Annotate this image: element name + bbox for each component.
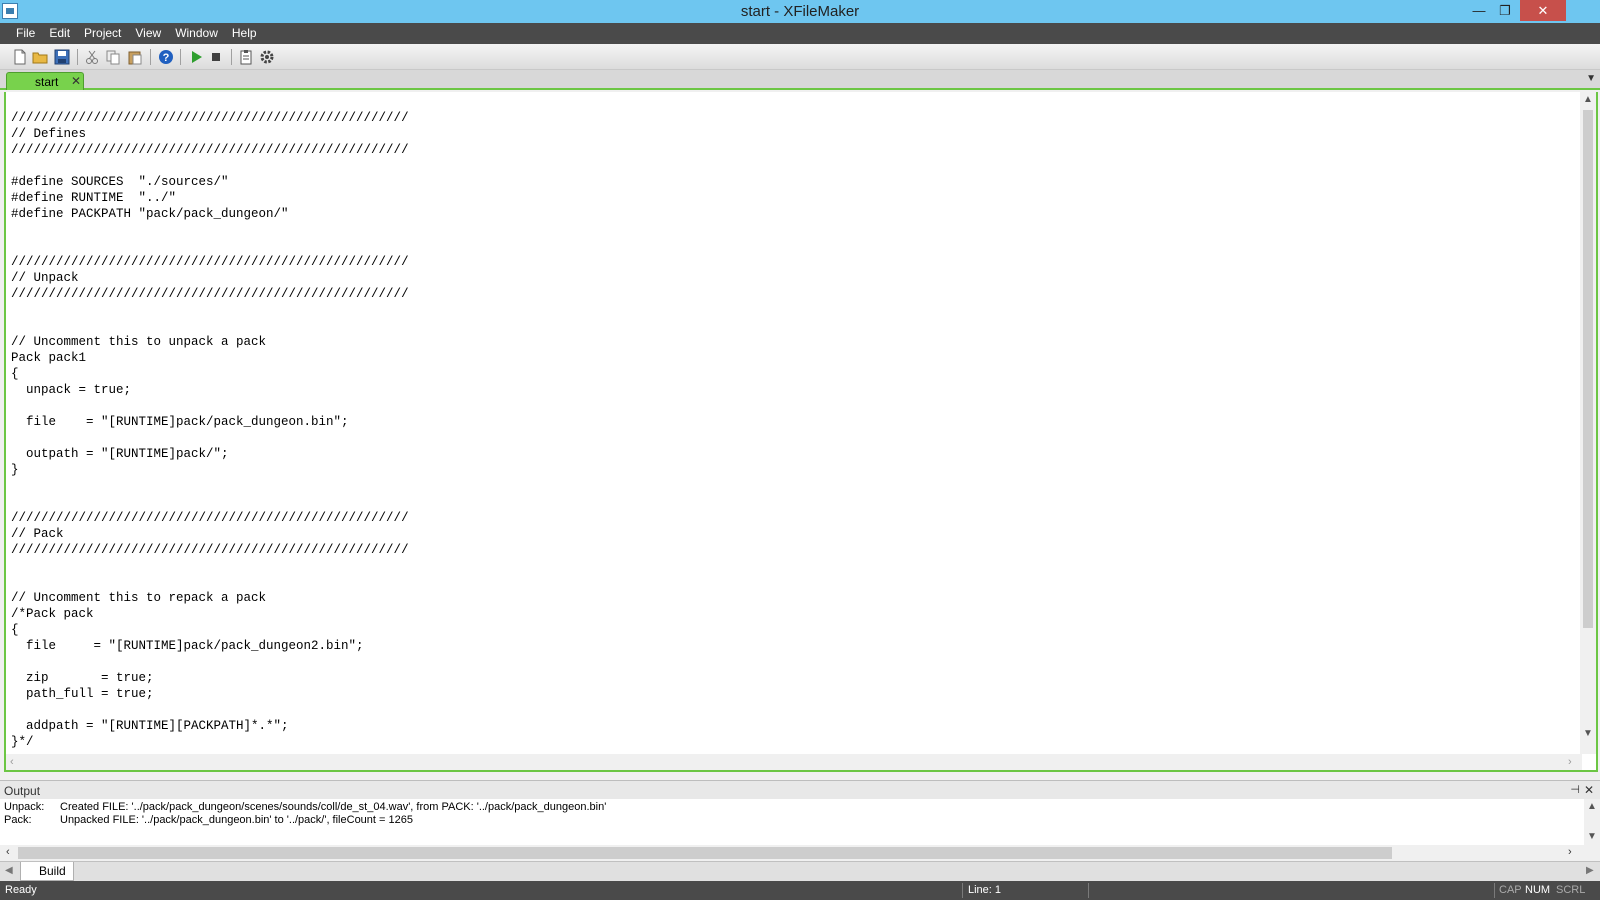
document-tab-strip: start ✕ ▼: [0, 70, 1600, 90]
status-separator: [1088, 883, 1089, 898]
log-text: Unpacked FILE: '../pack/pack_dungeon.bin…: [60, 814, 413, 826]
toolbar-separator: [77, 49, 78, 65]
toolbar: ?: [0, 44, 1600, 70]
scroll-left-icon[interactable]: ‹: [10, 756, 14, 768]
menu-help[interactable]: Help: [225, 23, 264, 44]
menu-file[interactable]: File: [9, 23, 42, 44]
tab-list-dropdown-icon[interactable]: ▼: [1586, 73, 1596, 84]
log-source: Unpack:: [4, 801, 45, 813]
copy-icon[interactable]: [105, 49, 121, 65]
settings-gear-icon[interactable]: [259, 49, 275, 65]
code-editor[interactable]: ////////////////////////////////////////…: [4, 92, 1598, 772]
output-panel-header: Output ⊣ ✕: [0, 780, 1600, 799]
scroll-up-icon[interactable]: ▲: [1583, 94, 1593, 105]
editor-vertical-scrollbar[interactable]: ▲ ▼: [1580, 92, 1596, 754]
tab-build-label: Build: [39, 864, 66, 878]
output-close-icon[interactable]: ✕: [1584, 783, 1594, 797]
editor-scroll-thumb[interactable]: [1583, 110, 1593, 628]
status-text: Ready: [5, 884, 37, 896]
minimize-button[interactable]: —: [1466, 0, 1492, 21]
run-icon[interactable]: [188, 49, 204, 65]
new-file-icon[interactable]: [12, 49, 28, 65]
output-horizontal-scrollbar[interactable]: ‹ ›: [0, 845, 1584, 861]
log-line: Unpack: Created FILE: '../pack/pack_dunge…: [4, 801, 606, 813]
paste-icon[interactable]: [127, 49, 143, 65]
toolbar-separator: [231, 49, 232, 65]
clipboard-icon[interactable]: [238, 49, 254, 65]
scroll-down-icon[interactable]: ▼: [1587, 831, 1597, 842]
scroll-right-icon[interactable]: ›: [1568, 846, 1572, 858]
menu-edit[interactable]: Edit: [42, 23, 77, 44]
output-vertical-scrollbar[interactable]: ▲ ▼: [1584, 799, 1600, 845]
tab-label: start: [35, 75, 59, 89]
output-scroll-thumb[interactable]: [18, 847, 1392, 859]
menu-project[interactable]: Project: [77, 23, 128, 44]
tab-scroll-left-icon[interactable]: ◀: [5, 865, 13, 876]
open-folder-icon[interactable]: [32, 49, 48, 65]
close-button[interactable]: ✕: [1520, 0, 1566, 21]
window-title: start - XFileMaker: [740, 3, 860, 20]
scroll-left-icon[interactable]: ‹: [6, 846, 10, 858]
log-line: Pack: Unpacked FILE: '../pack/pack_dungeo…: [4, 814, 413, 826]
tab-close-icon[interactable]: ✕: [71, 74, 81, 88]
pin-icon[interactable]: ⊣: [1570, 783, 1580, 796]
status-num: NUM: [1525, 884, 1551, 896]
bottom-tab-bar: ◀ Build ▶: [0, 861, 1600, 881]
scroll-right-icon[interactable]: ›: [1568, 756, 1572, 768]
log-text: Created FILE: '../pack/pack_dungeon/scen…: [60, 801, 607, 813]
status-separator: [1494, 883, 1495, 898]
cut-icon[interactable]: [84, 49, 100, 65]
restore-button[interactable]: ❐: [1492, 0, 1518, 21]
status-cap: CAP: [1499, 884, 1522, 896]
output-log[interactable]: Unpack: Created FILE: '../pack/pack_dunge…: [0, 799, 1600, 845]
tab-scroll-right-icon[interactable]: ▶: [1586, 865, 1594, 876]
output-panel-title: Output: [4, 784, 41, 798]
menu-bar: File Edit Project View Window Help: [0, 23, 1600, 44]
status-separator: [962, 883, 963, 898]
save-icon[interactable]: [54, 49, 70, 65]
scroll-up-icon[interactable]: ▲: [1587, 801, 1597, 812]
menu-view[interactable]: View: [128, 23, 168, 44]
menu-window[interactable]: Window: [168, 23, 225, 44]
log-source: Pack:: [4, 814, 32, 826]
tab-start[interactable]: start ✕: [6, 72, 84, 90]
code-content[interactable]: ////////////////////////////////////////…: [11, 110, 409, 750]
svg-text:?: ?: [163, 52, 170, 64]
status-line-number: Line: 1: [968, 884, 1002, 896]
stop-icon[interactable]: [208, 49, 224, 65]
editor-horizontal-scrollbar[interactable]: ‹ ›: [6, 754, 1582, 770]
scroll-down-icon[interactable]: ▼: [1583, 728, 1593, 739]
tab-build[interactable]: Build: [20, 862, 74, 881]
toolbar-separator: [180, 49, 181, 65]
toolbar-separator: [150, 49, 151, 65]
status-bar: Ready Line: 1 CAP NUM SCRL: [0, 881, 1600, 900]
help-icon[interactable]: ?: [158, 49, 174, 65]
title-bar: start - XFileMaker — ❐ ✕: [0, 0, 1600, 23]
status-scrl: SCRL: [1556, 884, 1586, 896]
